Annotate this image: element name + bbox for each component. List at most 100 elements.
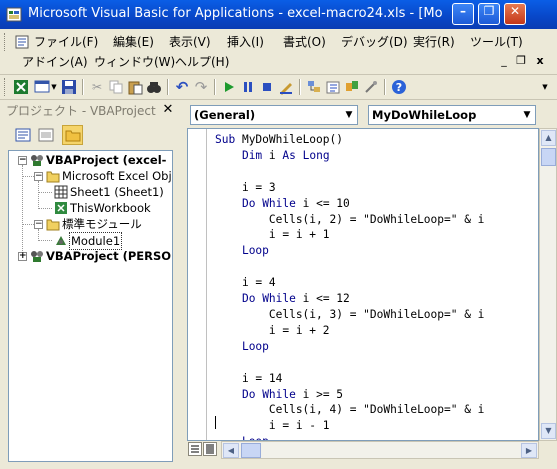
project-pane-caption: プロジェクト - VBAProject ✕	[4, 102, 179, 120]
redo-icon[interactable]: ↷	[192, 78, 210, 96]
toggle-folders-icon[interactable]	[62, 125, 83, 145]
code-line[interactable]	[215, 355, 484, 371]
scroll-up-icon[interactable]: ▲	[541, 130, 556, 146]
code-line[interactable]: Do While i <= 12	[215, 291, 484, 307]
menu-help[interactable]: ヘルプ(H)	[175, 53, 229, 71]
full-module-view-icon[interactable]	[203, 442, 217, 456]
view-object-icon[interactable]	[35, 125, 56, 145]
collapse-icon[interactable]: −	[18, 156, 27, 165]
collapse-icon[interactable]: −	[34, 220, 43, 229]
toolbar-options-icon[interactable]: ▼	[540, 78, 550, 96]
scroll-left-icon[interactable]: ◀	[223, 443, 239, 458]
paste-icon[interactable]	[126, 78, 144, 96]
cut-icon[interactable]: ✂	[88, 78, 106, 96]
code-line[interactable]: Loop	[215, 434, 484, 440]
code-line[interactable]: i = i - 1	[215, 418, 484, 434]
project-explorer-icon[interactable]	[305, 78, 323, 96]
menu-grip[interactable]	[4, 33, 7, 51]
chevron-down-icon[interactable]: ▼	[341, 106, 357, 124]
code-line[interactable]: i = i + 2	[215, 323, 484, 339]
code-line[interactable]: i = 4	[215, 275, 484, 291]
code-line[interactable]: Do While i >= 5	[215, 387, 484, 403]
object-combo[interactable]: (General) ▼	[190, 105, 358, 125]
break-icon[interactable]	[239, 78, 257, 96]
project-explorer-pane: プロジェクト - VBAProject ✕ − VBAProject (exce…	[0, 100, 181, 469]
menu-insert[interactable]: 挿入(I)	[227, 33, 264, 51]
expand-icon[interactable]: +	[18, 252, 27, 261]
menu-format[interactable]: 書式(O)	[283, 33, 326, 51]
collapse-icon[interactable]: −	[34, 172, 43, 181]
module-menu-icon[interactable]	[14, 33, 32, 51]
procedure-combo[interactable]: MyDoWhileLoop ▼	[368, 105, 536, 125]
code-line[interactable]: Cells(i, 4) = "DoWhileLoop=" & i	[215, 402, 485, 418]
scroll-thumb[interactable]	[541, 148, 556, 166]
code-line[interactable]: i = i + 1	[215, 227, 484, 243]
project-tree[interactable]: − VBAProject (excel- − Microsoft Excel O…	[8, 150, 173, 462]
scroll-right-icon[interactable]: ▶	[521, 443, 537, 458]
procedure-view-icon[interactable]	[188, 442, 202, 456]
code-editor[interactable]: Sub MyDoWhileLoop() Dim i As Long i = 3 …	[187, 128, 539, 441]
tree-node-vbaproject-excel[interactable]: − VBAProject (excel-	[9, 152, 172, 168]
code-line[interactable]: i = 3	[215, 180, 484, 196]
tree-node-label: 標準モジュール	[62, 217, 142, 231]
menu-addins[interactable]: アドイン(A)	[22, 53, 88, 71]
toolbar-grip[interactable]	[4, 78, 7, 96]
userform-dropdown-icon[interactable]: ▼	[50, 78, 58, 96]
project-pane-title: プロジェクト - VBAProject	[6, 104, 156, 118]
tree-node-module1[interactable]: Module1	[9, 232, 172, 250]
scroll-thumb[interactable]	[241, 443, 261, 458]
code-text[interactable]: Sub MyDoWhileLoop() Dim i As Long i = 3 …	[215, 132, 485, 440]
horizontal-scrollbar[interactable]: ◀ ▶	[221, 441, 539, 459]
run-icon[interactable]	[220, 78, 238, 96]
insert-userform-icon[interactable]	[33, 78, 51, 96]
save-icon[interactable]	[60, 78, 78, 96]
code-line[interactable]: Do While i <= 10	[215, 196, 484, 212]
copy-icon[interactable]	[107, 78, 125, 96]
restore-button[interactable]: ❐	[478, 3, 500, 25]
code-line[interactable]: i = 14	[215, 371, 484, 387]
menu-tools[interactable]: ツール(T)	[470, 33, 523, 51]
chevron-down-icon[interactable]: ▼	[519, 106, 535, 124]
tree-node-standard-modules[interactable]: − 標準モジュール	[9, 216, 172, 232]
toolbar-separator	[82, 79, 84, 95]
code-line[interactable]: Cells(i, 3) = "DoWhileLoop=" & i	[215, 307, 485, 323]
code-line[interactable]: Dim i As Long	[215, 148, 484, 164]
properties-icon[interactable]	[324, 78, 342, 96]
mdi-close-button[interactable]: x	[533, 54, 547, 68]
help-icon[interactable]: ?	[390, 78, 408, 96]
tree-node-excel-objects[interactable]: − Microsoft Excel Obj	[9, 168, 172, 184]
scroll-down-icon[interactable]: ▼	[541, 423, 556, 439]
close-button[interactable]: ✕	[504, 3, 526, 25]
toolbox-icon[interactable]	[362, 78, 380, 96]
object-browser-icon[interactable]	[343, 78, 361, 96]
code-line[interactable]	[215, 164, 484, 180]
menu-debug[interactable]: デバッグ(D)	[341, 33, 408, 51]
mdi-minimize-button[interactable]: _	[497, 54, 511, 68]
code-line[interactable]: Loop	[215, 339, 484, 355]
design-mode-icon[interactable]	[277, 78, 295, 96]
menu-run[interactable]: 実行(R)	[413, 33, 455, 51]
code-line[interactable]: Loop	[215, 243, 484, 259]
code-line[interactable]	[215, 259, 484, 275]
vertical-scrollbar[interactable]: ▲ ▼	[539, 128, 557, 441]
size-grip[interactable]	[539, 441, 557, 459]
tree-node-thisworkbook[interactable]: ThisWorkbook	[9, 200, 172, 216]
code-line[interactable]: Sub MyDoWhileLoop()	[215, 132, 484, 148]
tree-node-sheet1[interactable]: Sheet1 (Sheet1)	[9, 184, 172, 200]
mdi-restore-button[interactable]: ❐	[514, 54, 528, 68]
project-pane-close-icon[interactable]: ✕	[161, 103, 175, 117]
reset-icon[interactable]	[258, 78, 276, 96]
menu-view[interactable]: 表示(V)	[169, 33, 211, 51]
menu-edit[interactable]: 編集(E)	[113, 33, 154, 51]
vba-app-icon[interactable]	[6, 6, 23, 23]
menu-window[interactable]: ウィンドウ(W)	[94, 53, 175, 71]
code-margin[interactable]	[188, 129, 207, 440]
tree-node-vbaproject-personal[interactable]: + VBAProject (PERSO	[9, 248, 172, 264]
minimize-button[interactable]: –	[452, 3, 474, 25]
menu-file[interactable]: ファイル(F)	[34, 33, 98, 51]
find-icon[interactable]	[145, 78, 163, 96]
view-code-icon[interactable]	[12, 125, 33, 145]
code-line[interactable]: Cells(i, 2) = "DoWhileLoop=" & i	[215, 212, 485, 228]
excel-icon[interactable]	[12, 78, 30, 96]
undo-icon[interactable]: ↶	[173, 78, 191, 96]
